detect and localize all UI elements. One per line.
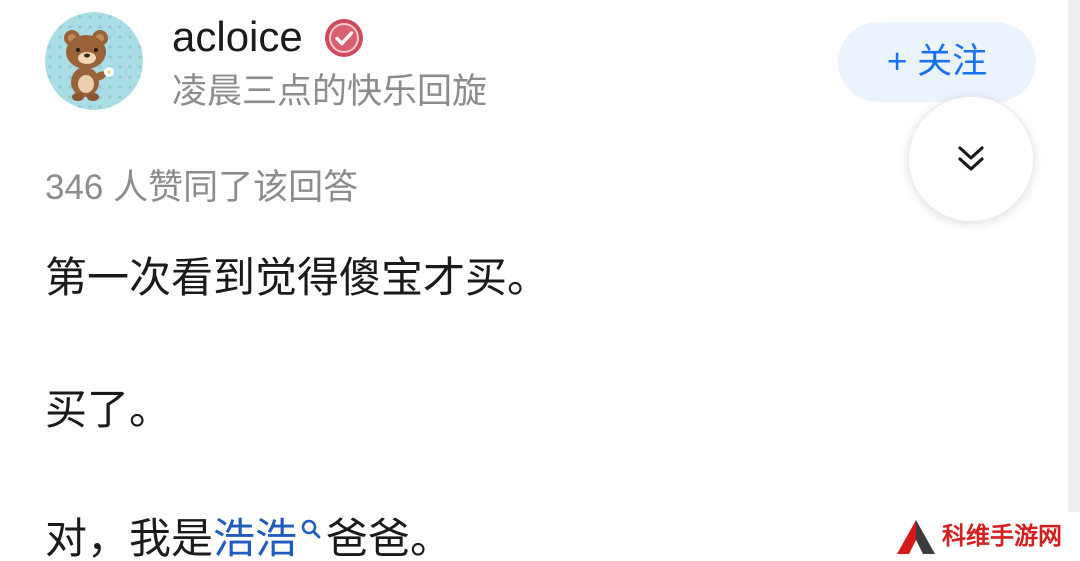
author-name[interactable]: acloice [172, 16, 303, 58]
double-chevron-down-icon[interactable] [953, 141, 989, 177]
paragraph-text-before: 对，我是 [45, 515, 214, 561]
follow-button[interactable]: + 关注 [838, 22, 1036, 102]
bear-avatar-icon[interactable] [45, 12, 143, 110]
vote-count-text: 346 人赞同了该回答 [45, 168, 359, 207]
verified-badge-icon [325, 19, 363, 57]
answer-paragraph-3: 对，我是浩浩 爸爸。 [45, 518, 452, 560]
search-icon[interactable] [300, 518, 322, 540]
right-edge-strip [1068, 0, 1080, 512]
avatar[interactable] [45, 12, 143, 110]
keyword-link-text[interactable]: 浩浩 [213, 515, 297, 561]
answer-card: acloice 凌晨三点的快乐回旋 + 关注 346 人赞同了该回答 第一次看到… [0, 0, 1080, 561]
triangle-logo-icon [897, 520, 935, 554]
author-bio: 凌晨三点的快乐回旋 [172, 72, 488, 111]
paragraph-text-after: 爸爸。 [326, 515, 453, 561]
answer-paragraph-1: 第一次看到觉得傻宝才买。 [45, 254, 550, 301]
keyword-search-link[interactable]: 浩浩 [213, 515, 326, 561]
watermark-text: 科维手游网 [942, 523, 1062, 550]
expand-button[interactable] [908, 96, 1034, 222]
answer-paragraph-2: 买了。 [45, 386, 172, 433]
